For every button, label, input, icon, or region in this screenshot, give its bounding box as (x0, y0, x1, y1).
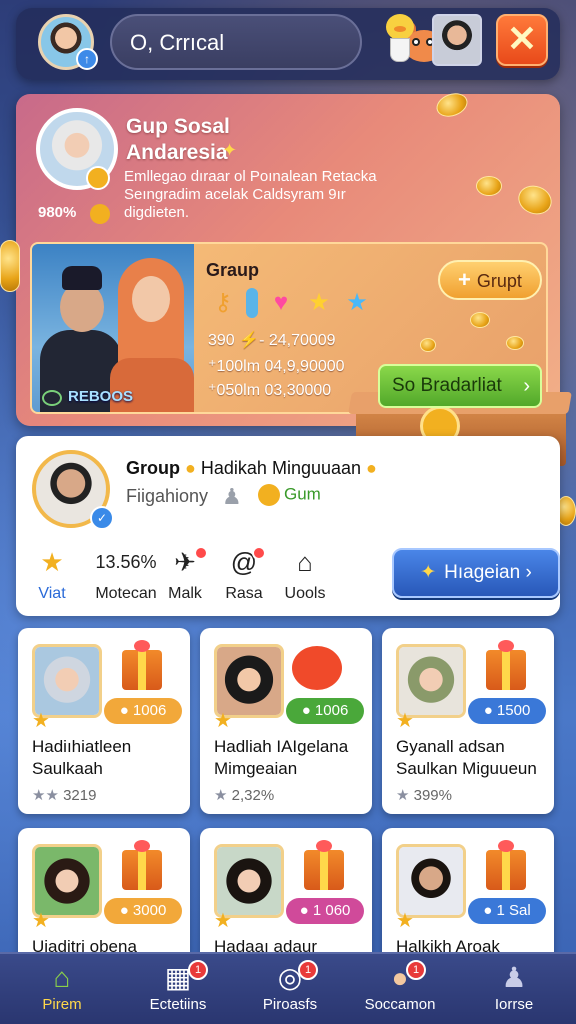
friend-avatar[interactable] (432, 14, 482, 66)
nav-ectetiins[interactable]: ▦ Ectetiins 1 (122, 960, 234, 1022)
gift-box-icon (122, 640, 162, 690)
group-stat-2: ⁺100lm 04,9,90000 (208, 358, 345, 375)
star-icon: ★ (214, 710, 232, 732)
coin-icon (0, 240, 20, 292)
group-title: Gup Sosal Andaresia (126, 115, 230, 164)
person-icon: ♟ (222, 484, 242, 509)
star-icon: ★ (32, 910, 50, 932)
gift-box-icon (304, 840, 344, 890)
gift-card[interactable]: ★ ● 1500 Gyanall adsan Saulkan Miguueun … (382, 628, 554, 814)
nav-iorrse[interactable]: ♟ Iorrse (458, 960, 570, 1022)
coin-icon (470, 312, 490, 328)
gift-rating: ★ 2,32% (214, 787, 275, 804)
nav-home[interactable]: ⌂ Pirem (6, 960, 118, 1022)
coin-icon (420, 338, 436, 352)
star-icon: ★ (396, 910, 414, 932)
gift-price: ● 1 060 (286, 898, 364, 924)
profile-title: Group ● Hadikah Minguuaan ● (126, 458, 377, 478)
group-stat-3: ⁺050lm 03,30000 (208, 382, 332, 399)
stat-uools[interactable]: ⌂ Uools (280, 546, 330, 610)
coin-icon (506, 336, 524, 350)
gift-box-icon (486, 640, 526, 690)
plus-icon: + (458, 267, 471, 292)
crown-icon: ✦ (222, 140, 238, 160)
house-icon: ⌂ (297, 547, 313, 577)
sparkle-icon: ✦ (420, 562, 437, 583)
hiageian-button[interactable]: ✦ Hıageian › (392, 548, 560, 598)
smile-coin-icon (258, 484, 280, 506)
bottom-navigation: ⌂ Pirem ▦ Ectetiins 1 ◎ Piroasfs 1 ● Soc… (0, 952, 576, 1024)
group-stat-1: 390 ⚡- 24,70009 (208, 332, 336, 349)
star-icon: ★ (40, 547, 64, 577)
group-percent: 980% (38, 204, 77, 221)
coin-icon (476, 176, 502, 196)
gift-photo (214, 844, 284, 918)
star-icon: ★ (214, 910, 232, 932)
gift-price: ● 1006 (104, 698, 182, 724)
top-bar: ↑ O, Crrıcal ✕ (16, 8, 560, 80)
coin-badge-icon (86, 166, 110, 190)
group-photo: REBOOS (32, 244, 194, 412)
stat-motecan[interactable]: 13.56% Motecan (84, 546, 168, 610)
nav-piroasfs[interactable]: ◎ Piroasfs 1 (234, 960, 346, 1022)
gift-photo (396, 644, 466, 718)
pill-icon (246, 288, 258, 318)
star-icon: ★ (308, 289, 330, 316)
gift-card[interactable]: ★ ● 1006 Hadliah IAIgelana Mimgeaian ★ 2… (200, 628, 372, 814)
gift-name: Hadliah IAIgelana Mimgeaian (214, 737, 349, 778)
verified-icon: ✓ (90, 506, 114, 530)
level-up-icon: ↑ (76, 48, 98, 70)
rocket-icon: ◎ (277, 962, 303, 993)
gift-photo (32, 844, 102, 918)
gum-label: Gum (258, 484, 321, 506)
gift-price: ● 3000 (104, 898, 182, 924)
close-button[interactable]: ✕ (496, 14, 548, 66)
stat-viat[interactable]: ★ Viat (30, 546, 74, 610)
gift-card[interactable]: ★ ● 1006 Hadiıhiatleen Saulkaah ★★ 3219 (18, 628, 190, 814)
search-bar[interactable]: O, Crrıcal (110, 14, 444, 70)
gift-name: Gyanall adsan Saulkan Miguueun (396, 737, 537, 778)
notification-badge: 1 (406, 960, 426, 980)
gift-photo (214, 644, 284, 718)
so-bradarliat-button[interactable]: So Bradarliat › (378, 364, 542, 408)
smile-coin-icon (90, 204, 110, 224)
group-card-title: Graup (206, 260, 260, 280)
gift-rating: ★ 399% (396, 787, 452, 804)
gift-box-icon (122, 840, 162, 890)
gift-box-icon (486, 840, 526, 890)
group-icons-row: ⚷ ♥ ★ ★ (208, 288, 372, 318)
person-icon: ♟ (501, 962, 527, 993)
notification-badge: 1 (298, 960, 318, 980)
gift-price: ● 1006 (286, 698, 364, 724)
chick-trophy-icon[interactable] (380, 14, 420, 66)
dog-icon: ● (391, 962, 409, 993)
profile-subtitle: Fiigahiony (126, 486, 209, 506)
home-icon: ⌂ (53, 962, 71, 993)
notification-badge: 1 (188, 960, 208, 980)
notification-dot (252, 546, 266, 560)
star-icon: ★ (396, 710, 414, 732)
gift-photo (32, 644, 102, 718)
gift-photo (396, 844, 466, 918)
building-icon: ▦ (164, 962, 192, 993)
group-description: Emllegao dıraar ol Poınalean Retacka Seı… (124, 168, 377, 221)
nav-soccamon[interactable]: ● Soccamon 1 (344, 960, 456, 1022)
leaf-icon (42, 390, 62, 406)
search-text: O, Crrıcal (130, 30, 225, 55)
star-icon: ★ (32, 710, 50, 732)
profile-card: ✓ Group ● Hadikah Minguuaan ● Fiigahiony… (16, 436, 560, 616)
gift-price: ● 1500 (468, 698, 546, 724)
photo-label: REBOOS (68, 388, 134, 405)
gift-rating: ★★ 3219 (32, 787, 97, 804)
gift-price: ● 1 Sal (468, 898, 546, 924)
notification-dot (194, 546, 208, 560)
key-icon: ⚷ (214, 289, 232, 316)
gift-name: Hadiıhiatleen Saulkaah (32, 737, 132, 778)
heart-icon: ♥ (273, 289, 289, 316)
heart-bubble-icon (292, 646, 342, 690)
blue-star-icon: ★ (346, 289, 368, 316)
arrow-right-icon: › (523, 375, 530, 397)
join-group-button[interactable]: + Grupt (438, 260, 542, 300)
